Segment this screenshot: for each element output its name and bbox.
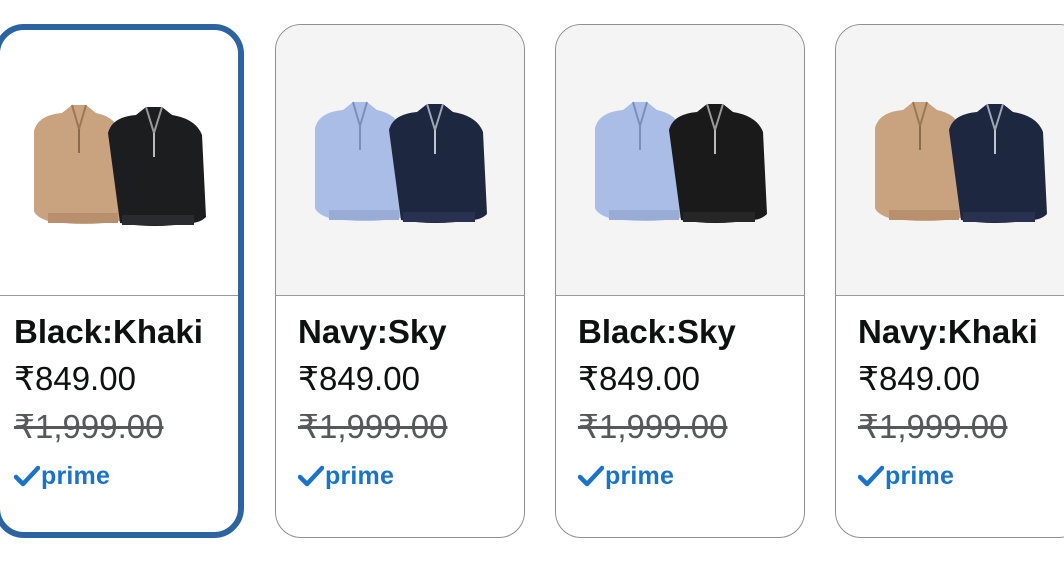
sweatshirt-pair-image: [315, 101, 487, 223]
variant-price: ₹849.00: [858, 360, 980, 397]
prime-badge: prime: [578, 459, 796, 493]
variant-list-price: ₹1,999.00: [858, 408, 1008, 445]
variant-image: [0, 30, 238, 296]
variant-details: Navy:Sky ₹849.00 ₹1,999.00 prime: [298, 309, 516, 493]
variant-list-price: ₹1,999.00: [298, 408, 448, 445]
sweatshirt-pair-image: [34, 104, 206, 226]
variant-name: Black:Khaki: [14, 313, 203, 350]
variant-card-navy-sky[interactable]: Navy:Sky ₹849.00 ₹1,999.00 prime: [275, 24, 525, 538]
variant-name: Black:Sky: [578, 313, 736, 350]
prime-badge: prime: [858, 459, 1064, 493]
variant-price: ₹849.00: [14, 360, 136, 397]
variant-list-price: ₹1,999.00: [578, 408, 728, 445]
variant-list-price: ₹1,999.00: [14, 408, 164, 445]
sweatshirt-pair-image: [875, 101, 1047, 223]
variant-image: [556, 25, 804, 296]
variant-card-navy-khaki[interactable]: Navy:Khaki ₹849.00 ₹1,999.00 prime: [835, 24, 1064, 538]
variant-details: Black:Sky ₹849.00 ₹1,999.00 prime: [578, 309, 796, 493]
prime-check-icon: [578, 465, 604, 487]
variant-image: [276, 25, 524, 296]
prime-check-icon: [858, 465, 884, 487]
variant-details: Black:Khaki ₹849.00 ₹1,999.00 prime: [14, 309, 230, 493]
prime-label: prime: [325, 461, 395, 490]
variant-card-black-khaki[interactable]: Black:Khaki ₹849.00 ₹1,999.00 prime: [0, 24, 244, 538]
variant-swatch-carousel: Black:Khaki ₹849.00 ₹1,999.00 prime Navy…: [0, 0, 1064, 569]
variant-card-black-sky[interactable]: Black:Sky ₹849.00 ₹1,999.00 prime: [555, 24, 805, 538]
prime-check-icon: [14, 465, 40, 487]
prime-label: prime: [885, 461, 955, 490]
prime-badge: prime: [14, 459, 230, 493]
prime-check-icon: [298, 465, 324, 487]
variant-price: ₹849.00: [578, 360, 700, 397]
prime-badge: prime: [298, 459, 516, 493]
prime-label: prime: [605, 461, 675, 490]
prime-label: prime: [41, 461, 111, 490]
variant-name: Navy:Sky: [298, 313, 447, 350]
variant-name: Navy:Khaki: [858, 313, 1038, 350]
variant-details: Navy:Khaki ₹849.00 ₹1,999.00 prime: [858, 309, 1064, 493]
sweatshirt-pair-image: [595, 101, 767, 223]
variant-image: [836, 25, 1064, 296]
variant-price: ₹849.00: [298, 360, 420, 397]
